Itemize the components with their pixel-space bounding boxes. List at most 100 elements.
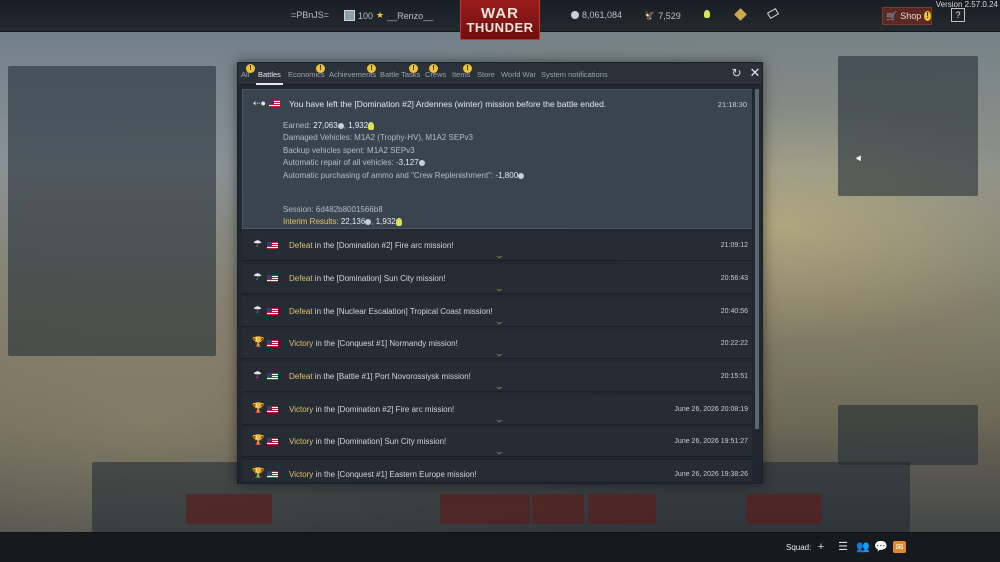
parachute-icon: ☂ — [253, 239, 262, 250]
tab-store[interactable]: Store — [477, 70, 495, 79]
tab-battle-tasks[interactable]: ! Battle Tasks — [380, 64, 420, 79]
message-time: June 26, 2026 20:08:19 — [674, 406, 748, 413]
message-time: 20:15:51 — [720, 373, 748, 380]
squadron-tag[interactable]: =PBnJS= — [291, 10, 329, 20]
battle-message-row[interactable]: ☂ Defeat in the [Battle #1] Port Novoros… — [242, 362, 752, 392]
mission-text: in the [Conquest #1] Normandy mission! — [313, 339, 458, 348]
squad-label: Squad: — [786, 543, 812, 552]
close-icon[interactable]: ✕ — [748, 66, 762, 80]
golden-eagle-icon: 🦅 — [644, 10, 656, 20]
battle-message-row[interactable]: ☂ Defeat in the [Nuclear Escalation] Tro… — [242, 297, 752, 327]
war-thunder-logo[interactable]: WAR THUNDER — [460, 0, 540, 40]
player-level: 100 — [358, 10, 374, 21]
battle-message-row[interactable]: ☂ Defeat in the [Domination #2] Fire arc… — [242, 231, 752, 261]
background-slot — [746, 494, 822, 524]
trophy-icon: 🏆 — [252, 337, 265, 348]
player-avatar-icon — [344, 10, 355, 21]
chevron-down-icon[interactable]: ⌄ — [494, 415, 505, 424]
message-time: 20:40:56 — [720, 308, 748, 315]
shop-button[interactable]: 🛒 Shop ! — [882, 7, 932, 25]
research-points-icon — [368, 121, 375, 130]
warbond-icon[interactable] — [734, 8, 747, 21]
chevron-down-icon[interactable]: ⌄ — [494, 317, 505, 326]
player-info[interactable]: 100 ★ __Renzo__ — [344, 10, 433, 21]
usa-flag-icon — [267, 405, 278, 413]
usa-flag-icon — [269, 99, 280, 107]
tab-badge: ! — [429, 64, 438, 73]
background-right-panel — [838, 56, 978, 196]
mail-icon[interactable]: ✉ — [893, 541, 906, 553]
tab-world-war[interactable]: World War — [501, 70, 536, 79]
list-icon[interactable]: ☰ — [837, 541, 849, 553]
mission-text: in the [Domination #2] Fire arc mission! — [313, 405, 455, 414]
chevron-down-icon[interactable]: ⌄ — [494, 251, 505, 260]
tab-economics[interactable]: ! Economics — [288, 64, 325, 79]
contacts-icon[interactable]: 👥 — [856, 541, 870, 553]
tab-items[interactable]: ! Items — [452, 64, 472, 79]
battle-message-row[interactable]: 🏆 Victory in the [Domination #2] Fire ar… — [242, 395, 752, 425]
battle-message-row[interactable]: ☂ Defeat in the [Domination] Sun City mi… — [242, 264, 752, 294]
version-label: Version 2.57.0.24 — [935, 0, 998, 9]
usa-flag-icon — [267, 372, 278, 380]
star-icon: ★ — [376, 10, 385, 20]
interim-results-line: Interim Results: 22,136, 1,932 — [283, 216, 402, 228]
result-label: Defeat — [289, 372, 313, 381]
mission-text: in the [Domination #2] Fire arc mission! — [312, 241, 454, 250]
lightbulb-icon[interactable] — [704, 10, 710, 18]
tab-badge: ! — [367, 64, 376, 73]
left-battle-icon: ⇠● — [253, 98, 266, 108]
result-label: Victory — [289, 437, 314, 446]
usa-flag-icon — [267, 307, 278, 315]
session-id: Session: 6d482b8001566b8 — [283, 205, 383, 214]
chevron-down-icon[interactable]: ⌄ — [494, 382, 505, 391]
help-button[interactable]: ? — [951, 8, 965, 22]
trophy-icon: 🏆 — [252, 468, 265, 479]
battle-message-row[interactable]: 🏆 Victory in the [Conquest #1] Eastern E… — [242, 460, 752, 481]
chevron-down-icon[interactable]: ⌄ — [494, 447, 505, 456]
tab-crews[interactable]: ! Crews — [425, 64, 446, 79]
tab-system-notifications[interactable]: System notifications — [541, 70, 608, 79]
bottom-bar: Squad: + ☰ 👥 💬 ✉ — [0, 532, 1000, 562]
cart-icon: 🛒 — [886, 10, 898, 21]
messages-scrollbar[interactable] — [755, 89, 759, 481]
trophy-icon: 🏆 — [252, 435, 265, 446]
background-slot — [440, 494, 530, 524]
player-name: __Renzo__ — [387, 10, 434, 21]
message-time: 21:18:30 — [717, 100, 747, 109]
result-label: Defeat — [289, 307, 313, 316]
damaged-vehicles-line: Damaged Vehicles: M1A2 (Trophy-HV), M1A2… — [283, 133, 474, 143]
add-squad-icon[interactable]: + — [815, 541, 827, 553]
mission-text: in the [Nuclear Escalation] Tropical Coa… — [312, 307, 493, 316]
chevron-down-icon[interactable]: ⌄ — [494, 284, 505, 293]
result-label: Victory — [289, 339, 314, 348]
coupon-icon[interactable] — [766, 7, 780, 20]
result-label: Victory — [289, 470, 314, 479]
refresh-icon[interactable]: ↻ — [730, 67, 743, 80]
silver-lions-icon — [518, 172, 525, 179]
tab-achievements[interactable]: ! Achievements — [329, 64, 376, 79]
result-label: Victory — [289, 405, 314, 414]
silver-lions-balance[interactable]: 8,061,084 — [571, 10, 622, 20]
result-label: Defeat — [289, 274, 313, 283]
session-details: Session: 6d482b8001566b8 Interim Results… — [283, 204, 402, 229]
tab-badge: ! — [463, 64, 472, 73]
battle-details: Earned: 27,063, 1,932 Damaged Vehicles: … — [283, 120, 525, 182]
expanded-battle-message[interactable]: ⇠● You have left the [Domination #2] Ard… — [242, 89, 752, 229]
top-bar: =PBnJS= 100 ★ __Renzo__ WAR THUNDER 8,06… — [0, 0, 1000, 40]
battle-message-row[interactable]: 🏆 Victory in the [Domination] Sun City m… — [242, 427, 752, 457]
trophy-icon: 🏆 — [252, 403, 265, 414]
tab-all[interactable]: ! All — [241, 64, 255, 79]
usa-flag-icon — [267, 339, 278, 347]
notifications-tabs: ! All Battles ! Economics ! Achievements… — [238, 63, 762, 85]
backup-vehicles-line: Backup vehicles spent: M1A2 SEPv3 — [283, 145, 415, 155]
message-time: 21:09:12 — [720, 242, 748, 249]
chevron-down-icon[interactable]: ⌄ — [494, 349, 505, 358]
tab-battles[interactable]: Battles — [256, 70, 283, 85]
battle-message-row[interactable]: 🏆 Victory in the [Conquest #1] Normandy … — [242, 329, 752, 359]
scrollbar-thumb[interactable] — [755, 89, 759, 429]
parachute-icon: ☂ — [253, 272, 262, 283]
parachute-icon: ☂ — [253, 305, 262, 316]
chat-icon[interactable]: 💬 — [874, 541, 888, 553]
usa-flag-icon — [267, 274, 278, 282]
golden-eagles-balance[interactable]: 🦅 7,529 — [644, 10, 681, 21]
